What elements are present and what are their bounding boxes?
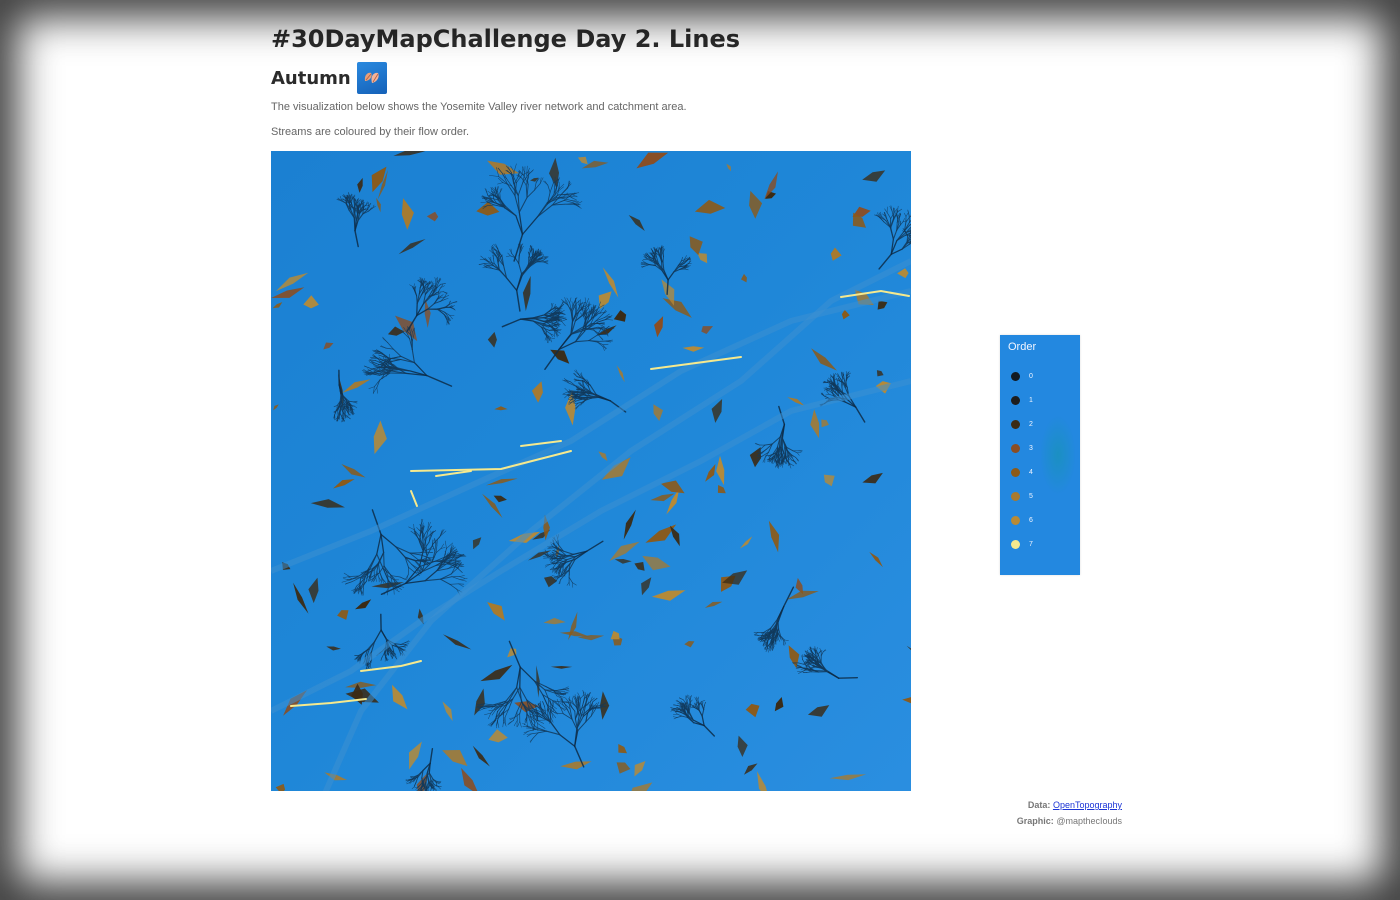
description-line-2: Streams are coloured by their flow order… bbox=[271, 126, 470, 138]
subtitle-row: Autumn bbox=[271, 62, 1131, 94]
legend-item-5: 5 bbox=[1011, 490, 1033, 502]
legend-item-6: 6 bbox=[1011, 514, 1033, 526]
credit-data: Data: OpenTopography bbox=[1028, 800, 1122, 810]
legend-glow bbox=[1040, 415, 1076, 495]
credit-graphic-label: Graphic: bbox=[1016, 816, 1054, 826]
stream-segment bbox=[353, 217, 356, 232]
page-title: #30DayMapChallenge Day 2. Lines bbox=[271, 25, 741, 53]
stream-segment bbox=[837, 676, 859, 679]
header: #30DayMapChallenge Day 2. Lines Autumn T… bbox=[271, 22, 1131, 138]
stream-segment bbox=[575, 304, 578, 313]
legend-label: 5 bbox=[1029, 492, 1033, 500]
legend-title: Order bbox=[1008, 341, 1037, 353]
legend-label: 7 bbox=[1029, 540, 1033, 548]
stream-segment bbox=[547, 698, 549, 707]
legend-item-3: 3 bbox=[1011, 442, 1033, 454]
legend-item-7: 7 bbox=[1011, 538, 1033, 550]
stream-segment bbox=[662, 255, 664, 263]
autumn-leaves-icon bbox=[356, 62, 387, 94]
opentopography-link[interactable]: OpenTopography bbox=[1053, 800, 1122, 810]
page-subtitle: Autumn bbox=[271, 67, 351, 89]
credit-graphic-value: @mapthecIouds bbox=[1056, 816, 1122, 826]
legend-swatch bbox=[1011, 395, 1020, 405]
legend-swatch bbox=[1011, 419, 1020, 429]
stream-segment bbox=[449, 583, 459, 585]
stream-segment bbox=[392, 369, 400, 371]
stream-segment bbox=[383, 551, 385, 567]
legend-swatch bbox=[1011, 467, 1020, 477]
credit-data-label: Data: bbox=[1027, 800, 1051, 810]
legend-label: 3 bbox=[1029, 444, 1033, 452]
legend-swatch bbox=[1011, 443, 1020, 453]
river-network-map[interactable] bbox=[271, 151, 911, 791]
stream-segment bbox=[906, 235, 909, 243]
legend-swatch bbox=[1011, 539, 1020, 549]
legend-label: 2 bbox=[1029, 420, 1033, 428]
legend-item-0: 0 bbox=[1011, 370, 1033, 382]
stream-segment bbox=[666, 279, 669, 296]
legend-swatch bbox=[1011, 515, 1020, 525]
order-legend: Order 0 1 2 3 4 5 6 7 bbox=[1000, 335, 1080, 575]
stream-segment bbox=[896, 216, 899, 223]
credit-graphic: Graphic: @mapthecIouds bbox=[1017, 816, 1122, 826]
stream-segment bbox=[519, 247, 521, 256]
legend-label: 1 bbox=[1029, 396, 1033, 404]
legend-item-1: 1 bbox=[1011, 394, 1033, 406]
legend-item-2: 2 bbox=[1011, 418, 1033, 430]
legend-label: 4 bbox=[1029, 468, 1033, 476]
legend-swatch bbox=[1011, 371, 1020, 381]
legend-label: 0 bbox=[1029, 372, 1033, 380]
stream-segment bbox=[353, 201, 355, 208]
description-line-1: The visualization below shows the Yosemi… bbox=[271, 101, 687, 113]
legend-item-4: 4 bbox=[1011, 466, 1033, 478]
stream-segment bbox=[416, 302, 418, 317]
legend-swatch bbox=[1011, 491, 1020, 501]
stream-segment bbox=[425, 782, 427, 790]
stream-segment bbox=[427, 308, 439, 311]
legend-label: 6 bbox=[1029, 516, 1033, 524]
